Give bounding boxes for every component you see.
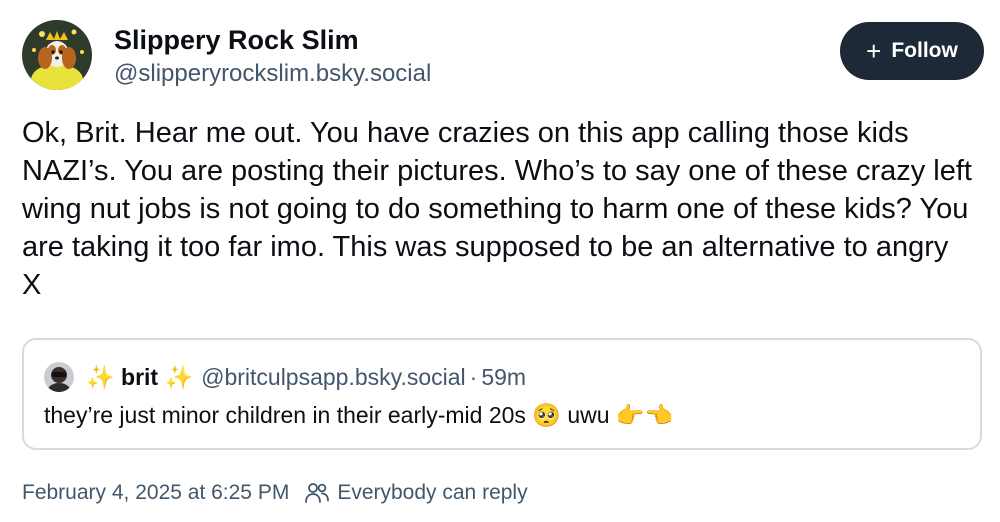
separator-dot: · [469, 364, 478, 390]
follow-button-label: Follow [891, 39, 958, 62]
plus-icon: + [866, 36, 882, 66]
author-handle[interactable]: @slipperyrockslim.bsky.social [114, 58, 431, 90]
quoted-post[interactable]: ✨ brit ✨ @britculpsapp.bsky.social · 59m… [22, 338, 982, 450]
quoted-author-name[interactable]: ✨ brit ✨ [86, 362, 193, 392]
follow-button[interactable]: + Follow [840, 22, 984, 80]
quoted-author-handle[interactable]: @britculpsapp.bsky.social [201, 362, 466, 392]
quoted-author-avatar[interactable] [44, 362, 74, 392]
post-timestamp[interactable]: February 4, 2025 at 6:25 PM [22, 478, 289, 508]
avatar-person-icon [44, 362, 74, 392]
reply-setting[interactable]: Everybody can reply [305, 478, 528, 508]
quoted-post-header: ✨ brit ✨ @britculpsapp.bsky.social · 59m [44, 362, 526, 392]
post-text: Ok, Brit. Hear me out. You have crazies … [22, 117, 981, 301]
quoted-post-text: they’re just minor children in their ear… [44, 402, 674, 428]
post-card: Slippery Rock Slim @slipperyrockslim.bsk… [0, 0, 1000, 522]
quoted-post-time[interactable]: 59m [481, 362, 526, 392]
post-footer: February 4, 2025 at 6:25 PM Everybody ca… [22, 478, 528, 508]
avatar-dog-icon [22, 20, 92, 90]
reply-setting-label: Everybody can reply [337, 481, 528, 504]
author-display-name[interactable]: Slippery Rock Slim [114, 22, 359, 58]
people-icon [305, 483, 330, 503]
author-avatar[interactable] [22, 20, 92, 90]
